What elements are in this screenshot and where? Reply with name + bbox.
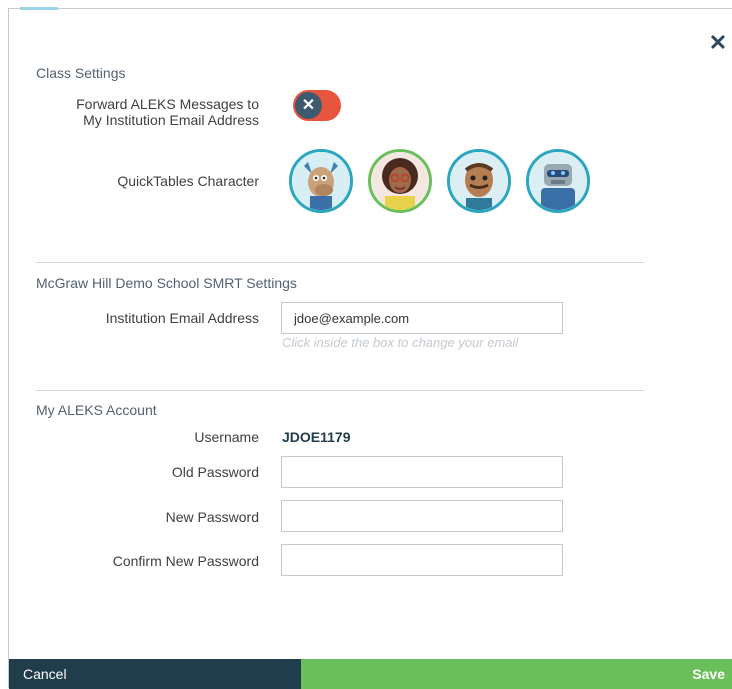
woman-character-avatar[interactable] <box>368 149 432 213</box>
forward-messages-label: Forward ALEKS Messages to My Institution… <box>49 96 259 128</box>
cancel-button[interactable]: Cancel <box>9 659 301 689</box>
forward-messages-toggle[interactable]: ✕ <box>293 90 341 121</box>
close-icon[interactable]: ✕ <box>708 32 728 54</box>
username-label: Username <box>194 429 259 445</box>
mustache-man-character-avatar[interactable] <box>447 149 511 213</box>
toggle-off-icon: ✕ <box>295 92 322 119</box>
section-divider <box>36 390 644 391</box>
moose-character-icon <box>292 152 350 210</box>
institution-email-label: Institution Email Address <box>105 310 259 326</box>
quicktables-label: QuickTables Character <box>117 173 259 189</box>
top-tab-indicator <box>20 7 58 10</box>
forward-label-line2: My Institution Email Address <box>83 112 259 128</box>
settings-dialog: ✕ Class Settings Forward ALEKS Messages … <box>8 7 732 689</box>
institution-email-input[interactable] <box>281 302 563 334</box>
institution-settings-title: McGraw Hill Demo School SMRT Settings <box>36 275 297 291</box>
class-settings-title: Class Settings <box>36 65 126 81</box>
woman-character-icon <box>371 152 429 210</box>
confirm-password-label: Confirm New Password <box>112 553 259 569</box>
section-divider <box>36 262 644 263</box>
email-hint: Click inside the box to change your emai… <box>282 335 519 350</box>
new-password-label: New Password <box>165 509 259 525</box>
robot-character-icon <box>529 152 587 210</box>
dialog-footer: Cancel Save <box>9 659 732 689</box>
old-password-input[interactable] <box>281 456 563 488</box>
save-button[interactable]: Save <box>301 659 732 689</box>
aleks-account-title: My ALEKS Account <box>36 402 157 418</box>
new-password-input[interactable] <box>281 500 563 532</box>
old-password-label: Old Password <box>171 464 259 480</box>
forward-label-line1: Forward ALEKS Messages to <box>76 96 259 112</box>
username-value: JDOE1179 <box>282 429 351 445</box>
confirm-password-input[interactable] <box>281 544 563 576</box>
robot-character-avatar[interactable] <box>526 149 590 213</box>
moose-character-avatar[interactable] <box>289 149 353 213</box>
mustache-man-character-icon <box>450 152 508 210</box>
